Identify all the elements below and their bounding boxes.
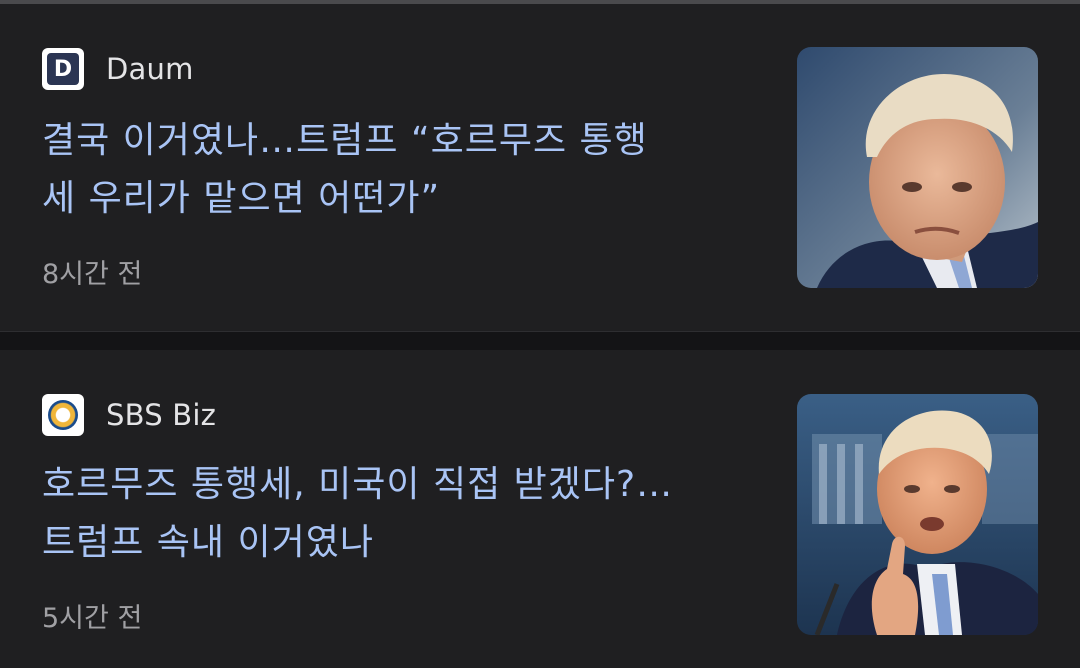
headline-link[interactable]: 결국 이거였나…트럼프 “호르무즈 통행 세 우리가 맡으면 어떤가” bbox=[42, 112, 742, 228]
headline-line: 결국 이거였나…트럼프 “호르무즈 통행 bbox=[42, 120, 648, 161]
timestamp: 5시간 전 bbox=[42, 603, 143, 634]
sbs-biz-logo-icon bbox=[42, 394, 84, 436]
source-name: Daum bbox=[106, 52, 194, 86]
headline-link[interactable]: 호르무즈 통행세, 미국이 직접 받겠다?… 트럼프 속내 이거였나 bbox=[42, 456, 742, 572]
card-separator bbox=[0, 331, 1080, 350]
source-row: D Daum bbox=[42, 48, 194, 90]
daum-logo-icon: D bbox=[42, 48, 84, 90]
article-thumbnail[interactable] bbox=[797, 394, 1038, 635]
news-card-2[interactable]: SBS Biz 호르무즈 통행세, 미국이 직접 받겠다?… 트럼프 속내 이거… bbox=[0, 350, 1080, 668]
article-thumbnail[interactable] bbox=[797, 47, 1038, 288]
headline-line: 호르무즈 통행세, 미국이 직접 받겠다?… bbox=[42, 464, 674, 505]
news-card-1[interactable]: D Daum 결국 이거였나…트럼프 “호르무즈 통행 세 우리가 맡으면 어떤… bbox=[0, 4, 1080, 331]
headline-line: 트럼프 속내 이거였나 bbox=[42, 522, 374, 563]
timestamp: 8시간 전 bbox=[42, 259, 143, 290]
source-name: SBS Biz bbox=[106, 398, 216, 432]
source-row: SBS Biz bbox=[42, 394, 216, 436]
headline-line: 세 우리가 맡으면 어떤가” bbox=[42, 178, 441, 219]
